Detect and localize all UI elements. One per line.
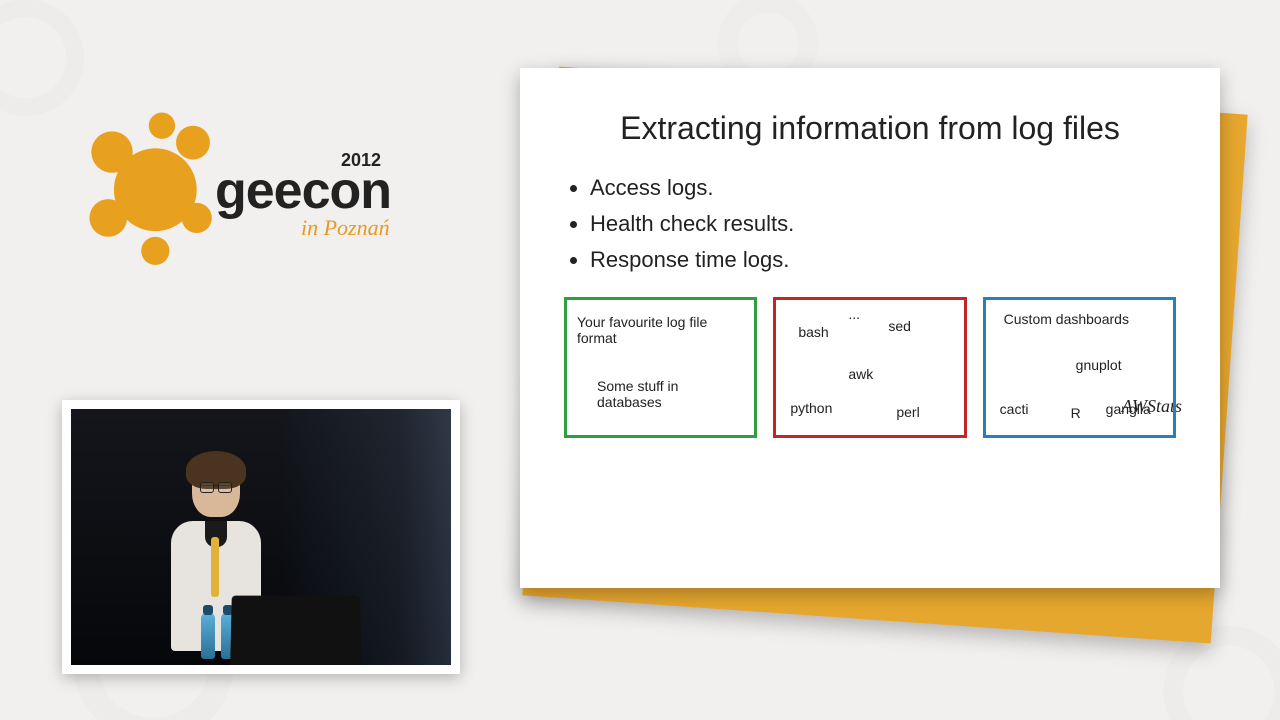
box-sources: Your favourite log file format Some stuf…: [564, 297, 757, 438]
bullet-item: Access logs.: [590, 175, 1176, 201]
diagram-boxes: Your favourite log file format Some stuf…: [564, 297, 1176, 438]
bullet-item: Response time logs.: [590, 247, 1176, 273]
box-outputs: Custom dashboards gnuplot cacti R gangli…: [983, 297, 1176, 438]
box-text: R: [1071, 405, 1081, 421]
slide-bullet-list: Access logs. Health check results. Respo…: [590, 175, 1176, 273]
box-text: Your favourite log file format: [577, 314, 727, 346]
box-text: ...: [848, 306, 860, 322]
box-text: sed: [888, 318, 911, 334]
presentation-slide: Extracting information from log files Ac…: [520, 68, 1220, 588]
logo-name: geecon: [215, 165, 391, 217]
box-text: ganglia: [1106, 401, 1151, 417]
box-text: Some stuff in databases: [597, 378, 717, 410]
box-text: cacti: [1000, 401, 1029, 417]
box-text: perl: [896, 404, 919, 420]
slide-title: Extracting information from log files: [564, 110, 1176, 147]
laptop-icon: [230, 596, 362, 665]
speaker-video-frame: [62, 400, 460, 674]
box-text: awk: [848, 366, 873, 382]
logo-blob-icon: [80, 105, 225, 265]
box-tools: ... bash sed awk python perl: [773, 297, 966, 438]
conference-logo: 2012 geecon in Poznań: [80, 105, 480, 305]
bullet-item: Health check results.: [590, 211, 1176, 237]
logo-subtitle: in Poznań: [301, 215, 391, 241]
box-text: python: [790, 400, 832, 416]
box-text: Custom dashboards: [1004, 311, 1129, 327]
box-text: gnuplot: [1076, 357, 1122, 373]
box-text: bash: [798, 324, 828, 340]
speaker-video: [71, 409, 451, 665]
